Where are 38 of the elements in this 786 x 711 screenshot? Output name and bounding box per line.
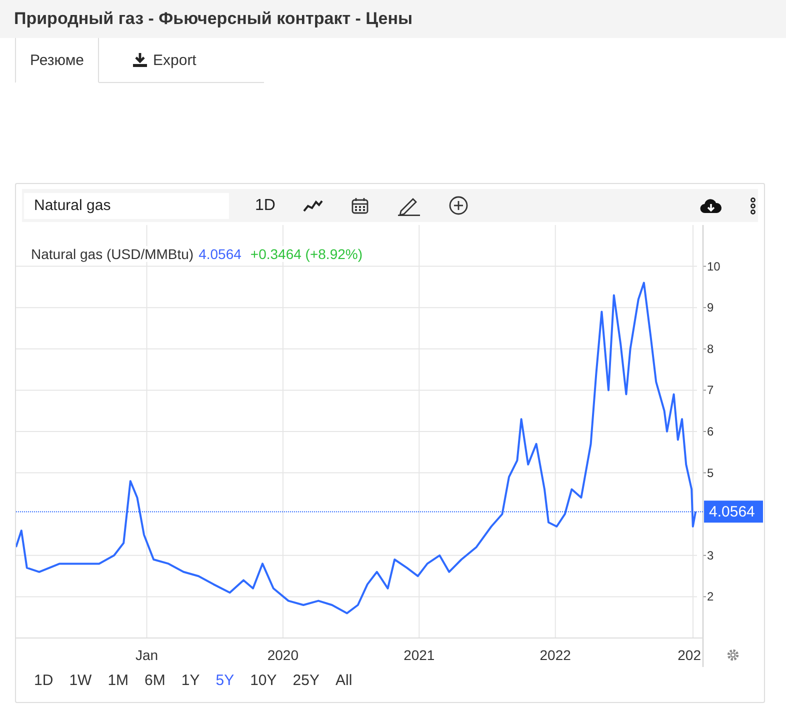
download-icon bbox=[133, 53, 147, 67]
cloud-download-icon[interactable] bbox=[700, 198, 722, 214]
range-button[interactable]: 25Y bbox=[284, 670, 328, 691]
range-button[interactable]: 10Y bbox=[242, 670, 285, 691]
x-axis-label: 2020 bbox=[267, 647, 299, 663]
y-axis-label: 7 bbox=[707, 383, 714, 398]
y-axis-label: 6 bbox=[707, 424, 714, 438]
range-button[interactable]: 1Y bbox=[173, 670, 208, 691]
settings-icon[interactable] bbox=[726, 648, 740, 662]
x-axis-label: 202 bbox=[678, 647, 701, 663]
y-axis-label: 10 bbox=[707, 259, 720, 274]
legend-label: Natural gas (USD/MMBtu) bbox=[31, 246, 194, 262]
range-button[interactable]: 1M bbox=[100, 670, 137, 691]
range-button[interactable]: 5Y bbox=[208, 670, 242, 691]
tab[interactable]: Резюме bbox=[15, 38, 99, 83]
legend-change: +0.3464 (+8.92%) bbox=[250, 246, 363, 262]
x-axis-label: Jan bbox=[135, 647, 158, 663]
y-axis-label: 2 bbox=[707, 590, 714, 604]
price-tag: 4.0564 bbox=[704, 500, 763, 523]
add-circle-icon[interactable] bbox=[449, 196, 468, 215]
pencil-icon[interactable] bbox=[397, 196, 422, 216]
legend-price: 4.0564 bbox=[198, 246, 242, 262]
range-button[interactable]: 1D bbox=[26, 670, 62, 691]
range-button[interactable]: 6M bbox=[136, 670, 174, 691]
line-chart-icon[interactable] bbox=[303, 198, 324, 212]
x-axis-label: 2022 bbox=[540, 647, 571, 663]
symbol-input-field[interactable]: Natural gas bbox=[24, 192, 229, 218]
range-button[interactable]: All bbox=[328, 670, 360, 691]
interval-button[interactable]: 1D bbox=[255, 196, 276, 214]
page-title: Природный газ - Фьючерсный контракт - Цены bbox=[14, 9, 413, 29]
y-axis-label: 5 bbox=[707, 466, 714, 480]
y-axis-label: 9 bbox=[707, 300, 714, 315]
more-icon[interactable] bbox=[750, 196, 756, 214]
calendar-icon[interactable] bbox=[351, 196, 370, 214]
x-axis-label: 2021 bbox=[404, 647, 435, 663]
y-axis-label: 8 bbox=[707, 342, 714, 356]
range-button[interactable]: 1W bbox=[61, 670, 100, 691]
y-axis-label: 3 bbox=[707, 548, 714, 562]
